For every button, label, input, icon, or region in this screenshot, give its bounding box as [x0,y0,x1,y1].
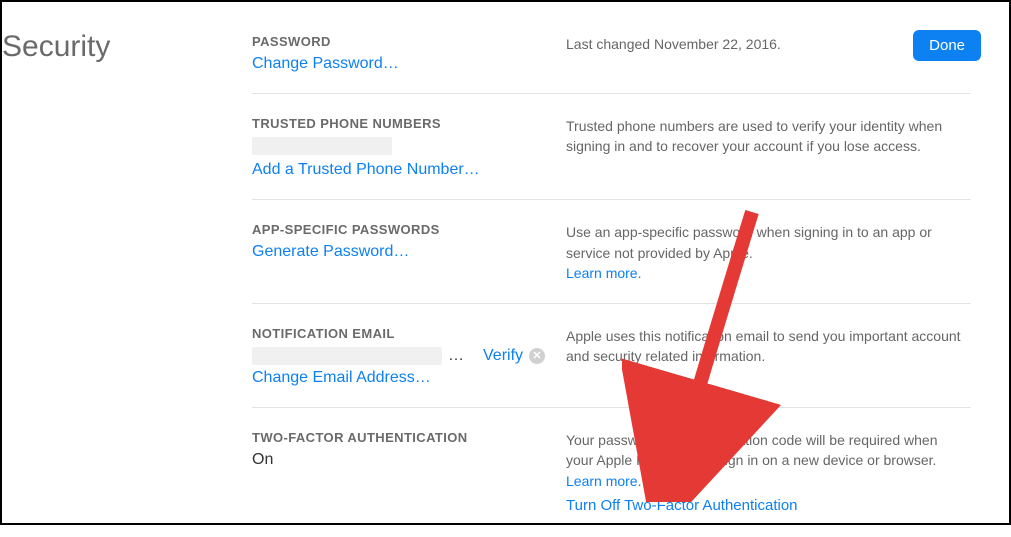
trusted-phone-info: Trusted phone numbers are used to verify… [566,116,971,179]
two-factor-learn-more-link[interactable]: Learn more. [566,473,641,489]
page-title: Security [2,30,110,64]
app-passwords-label: APP-SPECIFIC PASSWORDS [252,222,566,237]
password-info: Last changed November 22, 2016. [566,34,971,73]
verify-email-link[interactable]: Verify [483,347,523,365]
change-email-link[interactable]: Change Email Address… [252,369,431,387]
change-password-link[interactable]: Change Password… [252,55,399,73]
trusted-phone-label: TRUSTED PHONE NUMBERS [252,116,566,131]
two-factor-status: On [252,451,566,469]
email-truncation-dots: … [448,347,465,365]
add-trusted-phone-link[interactable]: Add a Trusted Phone Number… [252,161,480,179]
app-passwords-info: Use an app-specific password when signin… [566,224,932,260]
password-label: PASSWORD [252,34,566,49]
section-notification-email: NOTIFICATION EMAIL … Verify ✕ Change Ema… [252,304,971,408]
notification-email-label: NOTIFICATION EMAIL [252,326,566,341]
generate-password-link[interactable]: Generate Password… [252,243,409,261]
app-passwords-learn-more-link[interactable]: Learn more. [566,265,641,281]
section-trusted-phone: TRUSTED PHONE NUMBERS Add a Trusted Phon… [252,94,971,200]
turn-off-two-factor-link[interactable]: Turn Off Two-Factor Authentication [566,495,798,517]
section-password: PASSWORD Change Password… Last changed N… [252,30,971,94]
section-app-passwords: APP-SPECIFIC PASSWORDS Generate Password… [252,200,971,304]
notification-email-info: Apple uses this notification email to se… [566,326,971,387]
two-factor-label: TWO-FACTOR AUTHENTICATION [252,430,566,445]
redacted-email [252,347,442,365]
two-factor-info: Your password and a verification code wi… [566,432,937,468]
redacted-phone [252,137,392,155]
clear-icon[interactable]: ✕ [529,348,545,364]
section-two-factor: TWO-FACTOR AUTHENTICATION On Your passwo… [252,408,971,537]
